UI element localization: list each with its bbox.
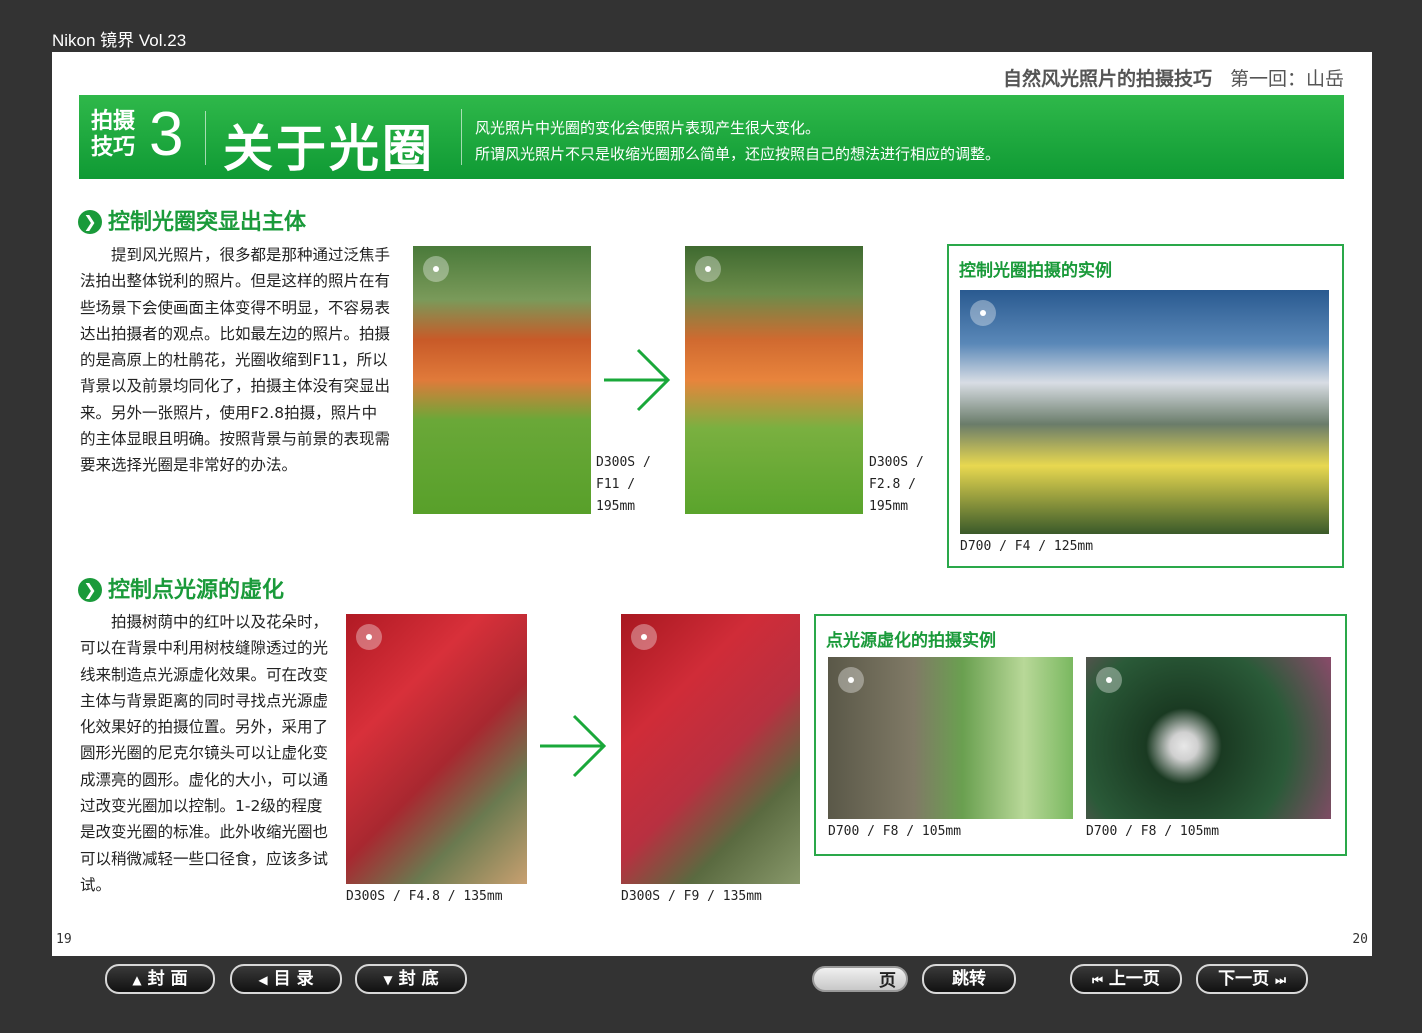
aperture-marker-icon [970, 300, 996, 326]
cover-button[interactable]: ▲ 封 面 [105, 964, 215, 994]
caption-line: D300S / [596, 455, 651, 470]
up-triangle-icon: ▲ [132, 973, 142, 987]
box-caption: D700 / F4 / 125mm [960, 539, 1094, 554]
skip-forward-icon: ⏭ [1275, 973, 1286, 987]
contents-button[interactable]: ◀ 目 录 [230, 964, 342, 994]
chevron-right-icon: ❯ [78, 578, 102, 602]
photo3-caption: D300S / F4.8 / 135mm [346, 889, 503, 904]
back-cover-label: 封 底 [398, 969, 439, 989]
banner-description: 风光照片中光圈的变化会使照片表现产生很大变化。 所谓风光照片不只是收缩光圈那么简… [475, 115, 1000, 167]
box-caption2: D700 / F8 / 105mm [1086, 824, 1220, 839]
chevron-right-icon: ❯ [78, 210, 102, 234]
series-title: 自然风光照片的拍摄技巧 [1002, 68, 1212, 90]
aperture-example-box: 控制光圈拍摄的实例 D700 / F4 / 125mm [947, 244, 1344, 568]
banner-desc-line1: 风光照片中光圈的变化会使照片表现产生很大变化。 [475, 119, 821, 137]
page-header: 自然风光照片的拍摄技巧 第一回：山岳 [1003, 64, 1344, 91]
section2-title: ❯ 控制点光源的虚化 [78, 572, 284, 604]
app-title: Nikon 镜界 Vol.23 [52, 31, 187, 50]
aperture-marker-icon [631, 624, 657, 650]
episode-label: 第一回：山岳 [1229, 68, 1344, 90]
section1-body: 提到风光照片，很多都是那种通过泛焦手法拍出整体锐利的照片。但是这样的照片在有些场… [80, 246, 391, 475]
photo1-caption: D300S / F11 / 195mm [596, 452, 651, 518]
aperture-marker-icon [423, 256, 449, 282]
cicada-bark-photo [828, 657, 1073, 819]
red-leaves-photo-f9 [621, 614, 800, 884]
section2-title-text: 控制点光源的虚化 [108, 578, 285, 603]
aperture-marker-icon [695, 256, 721, 282]
contents-label: 目 录 [273, 969, 314, 989]
skip-back-icon: ⏮ [1092, 973, 1103, 987]
daffodil-mountain-photo [960, 290, 1329, 534]
divider [205, 111, 206, 165]
banner-number: 3 [149, 100, 184, 169]
prev-label: 上一页 [1108, 969, 1160, 989]
page-number-left: 19 [56, 932, 72, 947]
banner-desc-line2: 所谓风光照片不只是收缩光圈那么简单，还应按照自己的想法进行相应的调整。 [475, 145, 1001, 163]
right-arrow-icon [604, 348, 671, 412]
caption-line: 195mm [869, 499, 909, 514]
banner-heading: 关于光圈 [223, 120, 435, 178]
prev-page-button[interactable]: ⏮ 上一页 [1070, 964, 1182, 994]
azalea-photo-f11 [413, 246, 591, 514]
down-triangle-icon: ▼ [383, 973, 393, 987]
left-triangle-icon: ◀ [258, 973, 268, 987]
section2-body: 拍摄树荫中的红叶以及花朵时，可以在背景中利用树枝缝隙透过的光线来制造点光源虚化效… [80, 613, 329, 894]
next-page-button[interactable]: 下一页 ⏭ [1196, 964, 1308, 994]
photo2-caption: D300S / F2.8 / 195mm [869, 452, 924, 518]
next-label: 下一页 [1218, 969, 1270, 989]
cover-label: 封 面 [147, 969, 188, 989]
right-arrow-icon [540, 714, 607, 778]
banner-tag-line1: 拍摄 [91, 109, 136, 134]
magazine-spread: 自然风光照片的拍摄技巧 第一回：山岳 拍摄 技巧 3 关于光圈 风光照片中光圈的变… [52, 52, 1372, 956]
photo4-caption: D300S / F9 / 135mm [621, 889, 762, 904]
azalea-photo-f2-8 [685, 246, 863, 514]
page-number-right: 20 [1352, 932, 1368, 947]
box-title: 点光源虚化的拍摄实例 [826, 631, 996, 651]
jump-button[interactable]: 跳转 [922, 964, 1016, 994]
topic-banner: 拍摄 技巧 3 关于光圈 风光照片中光圈的变化会使照片表现产生很大变化。 所谓风… [79, 95, 1344, 179]
back-cover-button[interactable]: ▼ 封 底 [355, 964, 467, 994]
aperture-marker-icon [838, 667, 864, 693]
divider [461, 109, 462, 165]
red-leaves-photo-f4-8 [346, 614, 527, 884]
white-flower-photo [1086, 657, 1331, 819]
caption-line: D300S / [869, 455, 924, 470]
box-caption1: D700 / F8 / 105mm [828, 824, 962, 839]
section1-title: ❯ 控制光圈突显出主体 [78, 204, 306, 236]
caption-line: F2.8 / [869, 477, 916, 492]
aperture-marker-icon [356, 624, 382, 650]
banner-tag-line2: 技巧 [91, 135, 136, 160]
page-number-input[interactable]: 页 [812, 966, 908, 992]
caption-line: F11 / [596, 477, 636, 492]
box-title: 控制光圈拍摄的实例 [959, 261, 1112, 281]
caption-line: 195mm [596, 499, 636, 514]
banner-tag: 拍摄 技巧 [91, 109, 147, 161]
section1-title-text: 控制光圈突显出主体 [108, 210, 307, 235]
aperture-marker-icon [1096, 667, 1122, 693]
bokeh-example-box: 点光源虚化的拍摄实例 D700 / F8 / 105mm D700 / F8 /… [814, 614, 1347, 856]
